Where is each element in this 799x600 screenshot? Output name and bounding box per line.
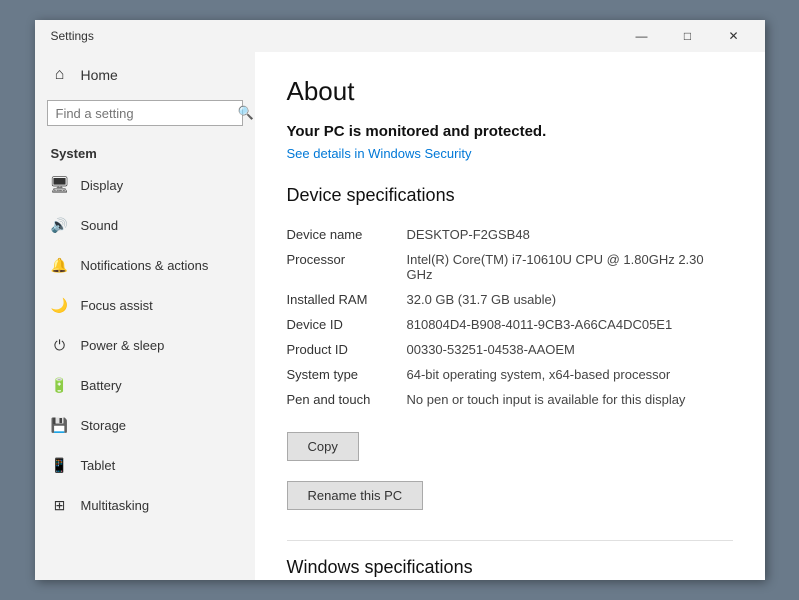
- storage-icon: 💾: [51, 416, 69, 434]
- spec-label: System type: [287, 367, 407, 382]
- spec-value: DESKTOP-F2GSB48: [407, 227, 733, 242]
- sidebar-item-display[interactable]: 🖥 Display: [35, 165, 255, 205]
- tablet-icon: 📱: [51, 456, 69, 474]
- window-controls: — □ ✕: [619, 20, 757, 52]
- copy-button[interactable]: Copy: [287, 432, 359, 461]
- spec-value: Intel(R) Core(TM) i7-10610U CPU @ 1.80GH…: [407, 252, 733, 282]
- sidebar-item-multitasking[interactable]: ⊞ Multitasking: [35, 485, 255, 525]
- spec-value: 00330-53251-04538-AAOEM: [407, 342, 733, 357]
- display-icon: 🖥: [51, 176, 69, 194]
- sidebar-item-battery[interactable]: 🔋 Battery: [35, 365, 255, 405]
- maximize-button[interactable]: □: [665, 20, 711, 52]
- rename-pc-button[interactable]: Rename this PC: [287, 481, 424, 510]
- device-specs-table: Device name DESKTOP-F2GSB48 Processor In…: [287, 222, 733, 412]
- spec-row: Product ID 00330-53251-04538-AAOEM: [287, 337, 733, 362]
- spec-row: Pen and touch No pen or touch input is a…: [287, 387, 733, 412]
- spec-value: 32.0 GB (31.7 GB usable): [407, 292, 733, 307]
- spec-label: Product ID: [287, 342, 407, 357]
- home-icon: ⌂: [51, 66, 69, 84]
- spec-label: Device name: [287, 227, 407, 242]
- sidebar-item-label: Display: [81, 178, 124, 193]
- sidebar-item-focus[interactable]: 🌙 Focus assist: [35, 285, 255, 325]
- sidebar-item-tablet[interactable]: 📱 Tablet: [35, 445, 255, 485]
- spec-value: 64-bit operating system, x64-based proce…: [407, 367, 733, 382]
- spec-label: Processor: [287, 252, 407, 282]
- sidebar: ⌂ Home 🔍 System 🖥 Display 🔊 Sound 🔔 Noti…: [35, 52, 255, 580]
- spec-label: Device ID: [287, 317, 407, 332]
- spec-row: Device name DESKTOP-F2GSB48: [287, 222, 733, 247]
- window-content: ⌂ Home 🔍 System 🖥 Display 🔊 Sound 🔔 Noti…: [35, 52, 765, 580]
- spec-value: 810804D4-B908-4011-9CB3-A66CA4DC05E1: [407, 317, 733, 332]
- multitasking-icon: ⊞: [51, 496, 69, 514]
- close-button[interactable]: ✕: [711, 20, 757, 52]
- settings-window: Settings — □ ✕ ⌂ Home 🔍 System 🖥 Display: [35, 20, 765, 580]
- sound-icon: 🔊: [51, 216, 69, 234]
- sidebar-item-sound[interactable]: 🔊 Sound: [35, 205, 255, 245]
- search-box: 🔍: [47, 100, 243, 126]
- power-icon: ⏻: [51, 336, 69, 354]
- device-specs-title: Device specifications: [287, 185, 733, 206]
- spec-row: Device ID 810804D4-B908-4011-9CB3-A66CA4…: [287, 312, 733, 337]
- sidebar-item-power[interactable]: ⏻ Power & sleep: [35, 325, 255, 365]
- spec-row: Processor Intel(R) Core(TM) i7-10610U CP…: [287, 247, 733, 287]
- sidebar-item-label: Tablet: [81, 458, 116, 473]
- sidebar-item-label: Notifications & actions: [81, 258, 209, 273]
- spec-label: Installed RAM: [287, 292, 407, 307]
- spec-label: Pen and touch: [287, 392, 407, 407]
- focus-icon: 🌙: [51, 296, 69, 314]
- windows-specs-title: Windows specifications: [287, 557, 733, 578]
- spec-value: No pen or touch input is available for t…: [407, 392, 733, 407]
- sidebar-item-label: Battery: [81, 378, 122, 393]
- sidebar-item-label: Sound: [81, 218, 119, 233]
- sidebar-item-notifications[interactable]: 🔔 Notifications & actions: [35, 245, 255, 285]
- sidebar-item-label: Multitasking: [81, 498, 150, 513]
- search-icon: 🔍: [238, 105, 254, 121]
- protected-text: Your PC is monitored and protected.: [287, 123, 733, 140]
- battery-icon: 🔋: [51, 376, 69, 394]
- sidebar-item-label: Focus assist: [81, 298, 153, 313]
- security-link[interactable]: See details in Windows Security: [287, 146, 733, 161]
- main-content: About Your PC is monitored and protected…: [255, 52, 765, 580]
- spec-row: Installed RAM 32.0 GB (31.7 GB usable): [287, 287, 733, 312]
- system-section-label: System: [35, 138, 255, 165]
- sidebar-item-storage[interactable]: 💾 Storage: [35, 405, 255, 445]
- title-bar: Settings — □ ✕: [35, 20, 765, 52]
- sidebar-item-label: Storage: [81, 418, 127, 433]
- page-title: About: [287, 76, 733, 107]
- sidebar-item-home[interactable]: ⌂ Home: [35, 56, 255, 94]
- minimize-button[interactable]: —: [619, 20, 665, 52]
- window-title: Settings: [51, 29, 94, 43]
- sidebar-item-label: Power & sleep: [81, 338, 165, 353]
- home-label: Home: [81, 67, 118, 83]
- notifications-icon: 🔔: [51, 256, 69, 274]
- divider: [287, 540, 733, 541]
- search-input[interactable]: [56, 106, 232, 121]
- spec-row: System type 64-bit operating system, x64…: [287, 362, 733, 387]
